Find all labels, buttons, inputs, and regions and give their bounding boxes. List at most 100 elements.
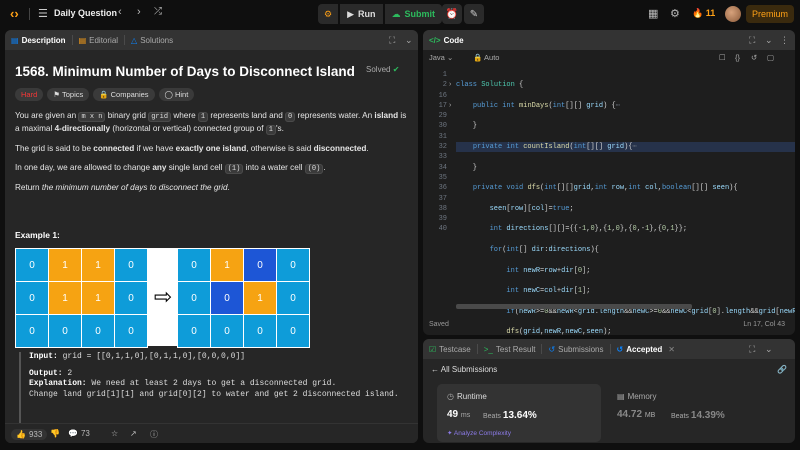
description-footer: 👍 933 👎 💬 73 ☆ ↗ ⓘ	[5, 423, 418, 443]
comments-button[interactable]: 💬 73	[68, 429, 90, 438]
note-icon: ✎	[469, 8, 479, 20]
grid-cell: 1	[49, 282, 81, 314]
tab-editorial[interactable]: ▤ Editorial	[73, 30, 124, 50]
grid-cell: 0	[115, 282, 147, 314]
bug-icon: ⚙	[324, 8, 333, 19]
question-circle-icon: ⓘ	[150, 430, 158, 439]
avatar[interactable]	[725, 6, 741, 22]
link-icon[interactable]: 🔗	[777, 365, 787, 374]
grid-cell: 0	[115, 249, 147, 281]
grid-cell: 0	[49, 315, 81, 347]
grid-cell: 0	[211, 282, 243, 314]
example-heading: Example 1:	[15, 230, 60, 240]
explanation-label: Explanation:	[29, 379, 87, 388]
close-icon[interactable]: ✕	[668, 345, 675, 354]
collapse-chevron-icon[interactable]: ⌄	[765, 344, 773, 355]
favorite-button[interactable]: ☆	[111, 429, 118, 438]
runtime-label: Runtime	[456, 392, 487, 401]
companies-tag[interactable]: 🔒 Companies	[93, 88, 155, 101]
lightbulb-icon: ◯	[164, 90, 173, 99]
mode-label: Auto	[484, 53, 500, 62]
tab-label: Solutions	[140, 35, 174, 45]
maximize-icon[interactable]: ⛶	[749, 35, 755, 46]
input-value: grid = [[0,1,1,0],[0,1,1,0],[0,0,0,0]]	[62, 352, 246, 361]
flask-icon: △	[131, 35, 138, 45]
beats-label: Beats	[483, 413, 501, 420]
next-question-icon[interactable]: ›	[137, 6, 141, 18]
maximize-icon[interactable]: ⛶	[389, 35, 395, 46]
problem-list-icon[interactable]: ☰	[38, 7, 48, 20]
fold-arrow-icon[interactable]: ›	[449, 81, 451, 88]
all-submissions-label: All Submissions	[440, 365, 498, 374]
tab-accepted[interactable]: ↺ Accepted ✕	[611, 339, 681, 359]
solved-label: Solved	[366, 65, 391, 74]
leetcode-logo-icon[interactable]: ‹›	[10, 7, 24, 21]
analyze-complexity-button[interactable]: ✦ Analyze Complexity	[447, 429, 511, 437]
grid-cell: 1	[82, 282, 114, 314]
grid-cell: 0	[178, 282, 210, 314]
runtime-card[interactable]: ◷ Runtime 49 ms Beats 13.64% ✦ Analyze Com…	[437, 384, 601, 442]
settings-gear-icon[interactable]: ⚙	[670, 7, 680, 20]
hint-tag[interactable]: ◯ Hint	[158, 88, 195, 101]
code-editor[interactable]: class Solution { public int minDays(int[…	[456, 70, 795, 335]
braces-icon[interactable]: {}	[735, 53, 740, 62]
line-number: 31	[438, 132, 447, 141]
memory-value: 44.72 MB	[617, 409, 655, 420]
submit-button[interactable]: ☁ Submit	[384, 4, 442, 24]
tab-submissions[interactable]: ↺ Submissions	[542, 339, 609, 359]
run-button[interactable]: ▶ Run	[340, 4, 383, 24]
line-number: 34	[438, 163, 447, 172]
daily-question-link[interactable]: Daily Question	[54, 8, 117, 18]
streak-counter[interactable]: 🔥 11	[692, 8, 715, 19]
topics-tag[interactable]: ⚑ Topics	[47, 88, 90, 101]
memory-header: ▤ Memory	[617, 392, 656, 401]
output-label: Output:	[29, 368, 63, 378]
description-panel: ▤ Description ▤ Editorial △ Solutions ⛶ ⌄ 1…	[5, 30, 418, 443]
collapse-chevron-icon[interactable]: ⌄	[765, 35, 773, 46]
cloud-upload-icon: ☁	[391, 8, 401, 19]
analyze-label: Analyze Complexity	[453, 430, 511, 437]
divider	[29, 8, 30, 20]
reset-icon[interactable]: ↺	[751, 53, 757, 62]
all-submissions-link[interactable]: ← All Submissions	[431, 365, 497, 374]
runtime-beats-value: 13.64%	[502, 410, 537, 421]
dislike-button[interactable]: 👎	[50, 429, 60, 438]
premium-button[interactable]: Premium	[746, 5, 794, 23]
grid-cell: 0	[277, 282, 309, 314]
topics-label: Topics	[62, 90, 84, 99]
tab-test-result[interactable]: >_ Test Result	[478, 339, 542, 359]
help-button[interactable]: ⓘ	[150, 429, 158, 440]
bookmark-icon[interactable]: ☐	[719, 53, 726, 62]
maximize-icon[interactable]: ⛶	[749, 344, 755, 355]
collapse-chevron-icon[interactable]: ⌄	[405, 35, 413, 46]
horizontal-scrollbar[interactable]	[456, 304, 692, 309]
tab-description[interactable]: ▤ Description	[5, 30, 72, 50]
code-panel: </> Code ⛶ ⌄ ⋮ Java ⌄ 🔒 Auto ☐ {} ↺ ▢ 121…	[423, 30, 795, 335]
prev-question-icon[interactable]: ‹	[118, 6, 122, 18]
fullscreen-icon[interactable]: ▢	[767, 53, 774, 62]
tab-testcase[interactable]: ☑ Testcase	[423, 339, 477, 359]
fold-arrow-icon[interactable]: ›	[449, 102, 451, 109]
language-select[interactable]: Java ⌄	[429, 53, 453, 62]
shuffle-icon[interactable]: ⤮	[154, 6, 162, 17]
timer-button[interactable]: ⏰	[442, 4, 462, 24]
tab-label: Editorial	[89, 35, 119, 45]
notes-button[interactable]: ✎	[464, 4, 484, 24]
tab-code[interactable]: </> Code	[423, 30, 470, 50]
like-button[interactable]: 👍 933	[11, 429, 48, 440]
description-paragraph: You are given an m x n binary grid grid …	[15, 111, 407, 135]
layout-icon[interactable]: ▦	[648, 7, 658, 20]
star-icon: ☆	[111, 429, 119, 438]
line-number: 40	[438, 225, 447, 234]
description-paragraph: The grid is said to be connected if we h…	[15, 144, 369, 153]
grid-cell: 0	[211, 315, 243, 347]
line-number: 35	[438, 173, 447, 182]
share-button[interactable]: ↗	[130, 429, 137, 438]
debug-button[interactable]: ⚙	[318, 4, 339, 24]
editor-status-bar: Saved Ln 17, Col 43	[423, 318, 795, 335]
tab-solutions[interactable]: △ Solutions	[125, 30, 179, 50]
autocomplete-mode[interactable]: 🔒 Auto	[473, 53, 499, 62]
memory-card[interactable]: ▤ Memory 44.72 MB Beats 14.39%	[607, 384, 783, 442]
runtime-unit: ms	[460, 412, 471, 419]
more-icon[interactable]: ⋮	[780, 35, 789, 46]
